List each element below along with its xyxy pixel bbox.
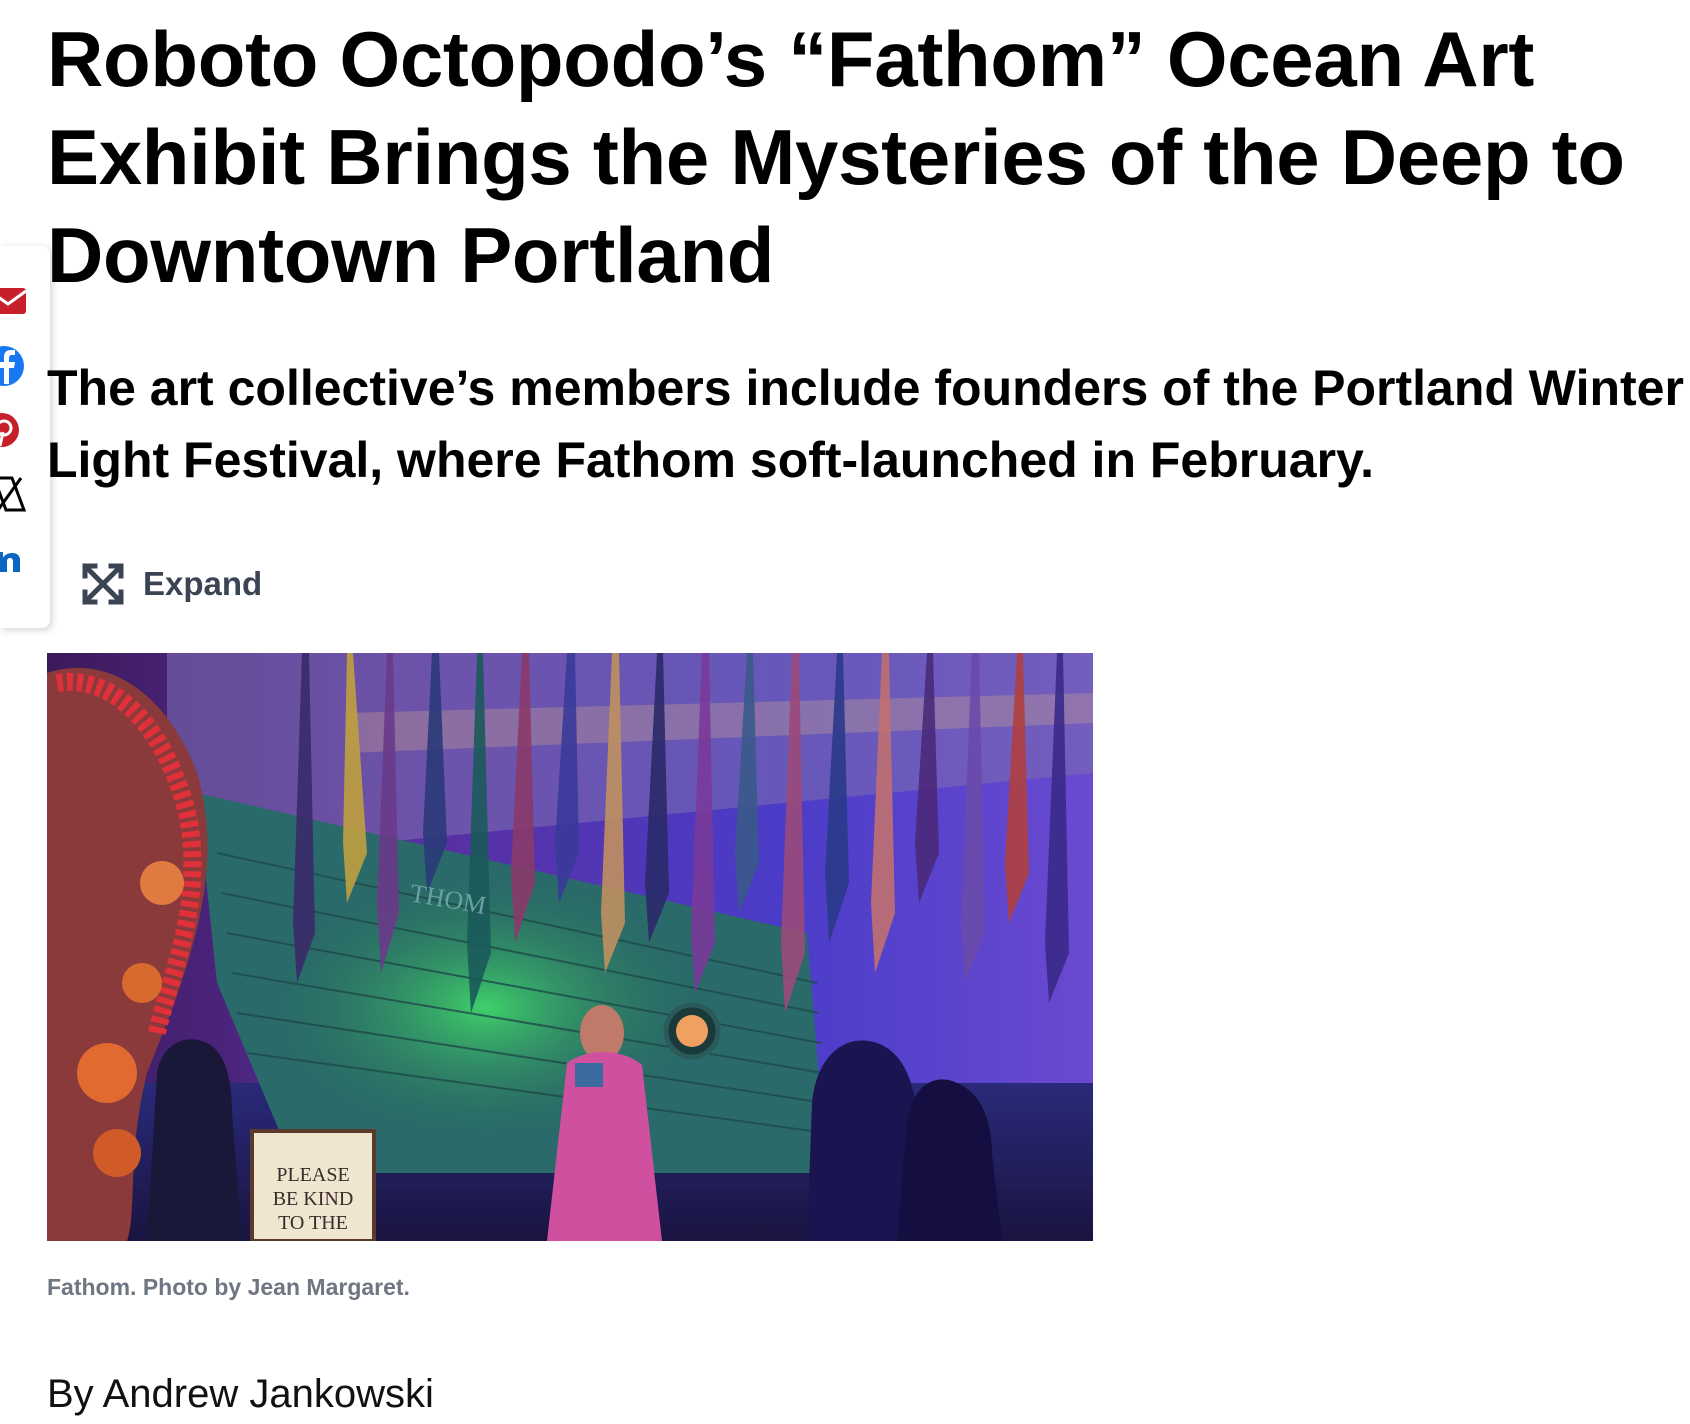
expand-icon bbox=[82, 563, 124, 605]
sign-line-2: BE KIND bbox=[273, 1188, 354, 1210]
subheadline: The art collective’s members include fou… bbox=[47, 360, 1684, 488]
article: Roboto Octopodo’s “Fathom” Ocean Art Exh… bbox=[47, 0, 1684, 1416]
sign-line-1: PLEASE bbox=[276, 1164, 349, 1186]
expand-label: Expand bbox=[143, 565, 263, 602]
email-icon bbox=[0, 288, 27, 314]
share-rail bbox=[0, 246, 50, 628]
headline: Roboto Octopodo’s “Fathom” Ocean Art Exh… bbox=[47, 15, 1625, 299]
share-x-button[interactable] bbox=[0, 474, 32, 514]
share-pinterest-button[interactable] bbox=[0, 410, 32, 450]
facebook-icon bbox=[0, 346, 24, 386]
linkedin-icon bbox=[0, 552, 20, 572]
share-facebook-button[interactable] bbox=[0, 346, 32, 386]
please-be-kind-sign: PLEASE BE KIND TO THE bbox=[250, 1129, 376, 1241]
x-icon bbox=[0, 476, 27, 512]
byline[interactable]: By Andrew Jankowski bbox=[47, 1372, 434, 1417]
share-linkedin-button[interactable] bbox=[0, 538, 32, 578]
fathom-photo: THOM PLEASE BE KIND TO THE bbox=[47, 653, 1093, 1241]
image-caption: Fathom. Photo by Jean Margaret. bbox=[47, 1274, 410, 1300]
share-email-button[interactable] bbox=[0, 282, 32, 322]
pinterest-icon bbox=[0, 413, 19, 447]
expand-image-button[interactable]: Expand bbox=[81, 562, 262, 606]
hero-image[interactable]: THOM PLEASE BE KIND TO THE bbox=[47, 653, 1093, 1241]
sign-line-3: TO THE bbox=[278, 1212, 348, 1234]
